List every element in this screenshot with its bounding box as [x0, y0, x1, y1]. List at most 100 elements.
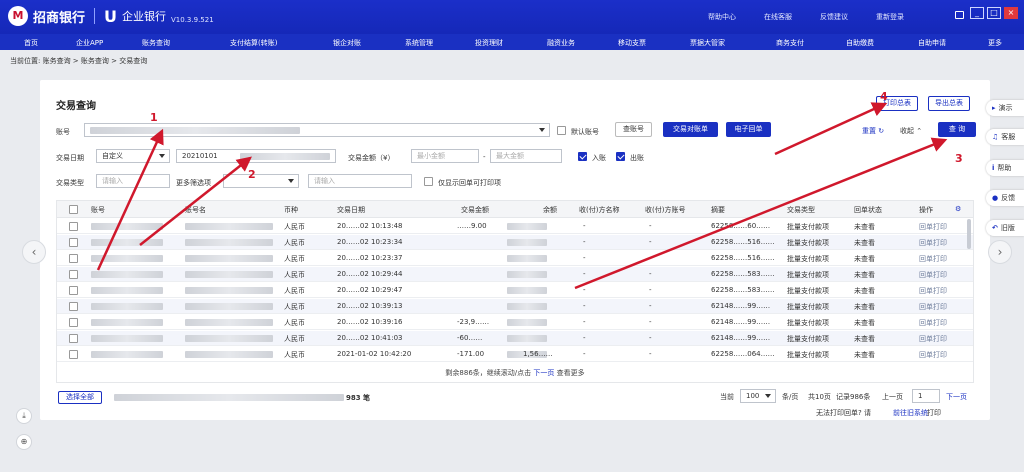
type-input[interactable]: 请输入 [96, 174, 170, 188]
reset-link[interactable]: 重置 ↻ [862, 126, 884, 136]
col-payer-account[interactable]: 收(付)方账号 [645, 205, 685, 215]
table-row[interactable]: 人民币 20……02 10:29:44 - - 62258……583…… 批量支付款项 未查… [57, 267, 973, 282]
query-button[interactable]: 查 询 [938, 122, 976, 137]
nav-app[interactable]: 企业APP [76, 38, 103, 48]
legacy-system-link[interactable]: 前往旧系统 [893, 408, 928, 418]
next-page-button[interactable]: 下一页 [946, 392, 967, 402]
side-tool-demo[interactable]: ▸ 演示 [986, 100, 1024, 116]
row-checkbox[interactable] [69, 286, 78, 295]
row-checkbox[interactable] [69, 270, 78, 279]
row-checkbox[interactable] [69, 318, 78, 327]
txn-reconcile-button[interactable]: 交易对账单 [663, 122, 718, 137]
row-print-receipt[interactable]: 回单打印 [919, 334, 947, 344]
col-type[interactable]: 交易类型 [787, 205, 815, 215]
e-receipt-button[interactable]: 电子回单 [726, 122, 771, 137]
default-account-checkbox[interactable] [557, 126, 566, 135]
more-filters-select[interactable] [223, 174, 299, 188]
table-row[interactable]: 人民币 20……02 10:41:03 -60…… - - 62148……99…… 批量支付… [57, 331, 973, 346]
page-number-input[interactable]: 1 [912, 389, 940, 403]
table-row[interactable]: 人民币 20……02 10:39:13 - - 62148……99…… 批量支付款项 未查看… [57, 299, 973, 314]
nav-bill[interactable]: 票据大管家 [690, 38, 725, 48]
col-operation[interactable]: 操作 [919, 205, 933, 215]
table-row[interactable]: 人民币 20……02 10:23:37 - - 62258……516…… 批量支付款项 未查… [57, 251, 973, 266]
collapse-link[interactable]: 收起 ⌃ [900, 126, 922, 136]
help-center-link[interactable]: 帮助中心 [708, 12, 736, 22]
nav-account-query[interactable]: 账务查询 [142, 38, 170, 48]
carousel-left-icon[interactable]: ‹ [22, 240, 46, 264]
nav-finance[interactable]: 融资业务 [547, 38, 575, 48]
col-currency[interactable]: 币种 [284, 205, 298, 215]
row-print-receipt[interactable]: 回单打印 [919, 286, 947, 296]
credit-checkbox[interactable] [578, 152, 587, 161]
date-range-input[interactable]: 20210101 [176, 149, 336, 163]
row-print-receipt[interactable]: 回单打印 [919, 254, 947, 264]
row-print-receipt[interactable]: 回单打印 [919, 318, 947, 328]
nav-payment[interactable]: 支付结算(转账) [230, 38, 277, 48]
printable-only-checkbox[interactable] [424, 177, 433, 186]
nav-home[interactable]: 首页 [24, 38, 38, 48]
nav-self-apply[interactable]: 自助申请 [918, 38, 946, 48]
col-account-name[interactable]: 账号名 [185, 205, 206, 215]
col-payer-name[interactable]: 收(付)方名称 [579, 205, 619, 215]
account-select[interactable] [84, 123, 550, 137]
feedback-link[interactable]: 反馈建议 [820, 12, 848, 22]
select-all-rows-checkbox[interactable] [69, 205, 78, 214]
row-print-receipt[interactable]: 回单打印 [919, 350, 947, 360]
date-mode-select[interactable]: 自定义 [96, 149, 170, 163]
nav-more[interactable]: 更多 [988, 38, 1002, 48]
col-amount[interactable]: 交易金额 [461, 205, 489, 215]
row-checkbox[interactable] [69, 222, 78, 231]
row-print-receipt[interactable]: 回单打印 [919, 270, 947, 280]
row-checkbox[interactable] [69, 238, 78, 247]
side-tool-help[interactable]: i 帮助 [986, 160, 1024, 176]
row-print-receipt[interactable]: 回单打印 [919, 238, 947, 248]
amount-max-input[interactable]: 最大金额 [490, 149, 562, 163]
side-tool-service[interactable]: ♫ 客服 [986, 129, 1024, 145]
nav-reconcile[interactable]: 银企对账 [333, 38, 361, 48]
play-icon: ▸ [992, 104, 996, 112]
page-size-select[interactable]: 100 [740, 389, 776, 403]
online-service-link[interactable]: 在线客服 [764, 12, 792, 22]
row-checkbox[interactable] [69, 302, 78, 311]
col-summary[interactable]: 摘要 [711, 205, 725, 215]
next-page-link[interactable]: 下一页 [533, 369, 554, 377]
col-receipt-status[interactable]: 回单状态 [854, 205, 882, 215]
row-checkbox[interactable] [69, 350, 78, 359]
col-account[interactable]: 账号 [91, 205, 105, 215]
download-icon[interactable]: ⤓ [16, 408, 32, 424]
table-row[interactable]: 人民币 20……02 10:13:48 ……9.00 - - 62258……60…… 批量支… [57, 219, 973, 234]
maximize-button[interactable]: □ [987, 7, 1001, 19]
minimize-button[interactable]: _ [970, 7, 984, 19]
carousel-right-icon[interactable]: › [988, 240, 1012, 264]
col-balance[interactable]: 余额 [543, 205, 557, 215]
table-scrollbar[interactable] [967, 219, 971, 249]
row-print-receipt[interactable]: 回单打印 [919, 302, 947, 312]
zoom-icon[interactable]: ⊕ [16, 434, 32, 450]
lock-icon[interactable] [955, 11, 964, 19]
relogin-link[interactable]: 重新登录 [876, 12, 904, 22]
nav-invest[interactable]: 投资理财 [475, 38, 503, 48]
select-all-button[interactable]: 选择全部 [58, 391, 102, 404]
row-checkbox[interactable] [69, 334, 78, 343]
side-tool-feedback[interactable]: ● 反馈 [986, 190, 1024, 206]
amount-min-input[interactable]: 最小金额 [411, 149, 479, 163]
row-print-receipt[interactable]: 回单打印 [919, 222, 947, 232]
prev-page-button[interactable]: 上一页 [882, 392, 903, 402]
table-row[interactable]: 人民币 20……02 10:23:34 - - 62258……516…… 批量支付款项 未查… [57, 235, 973, 250]
query-account-button[interactable]: 查账号 [615, 122, 652, 137]
nav-self-pay[interactable]: 自助缴费 [846, 38, 874, 48]
row-checkbox[interactable] [69, 254, 78, 263]
table-row[interactable]: 人民币 20……02 10:39:16 -23,9…… - - 62148……99…… 批量… [57, 315, 973, 330]
more-filters-input[interactable]: 请输入 [308, 174, 412, 188]
nav-mobile-cheque[interactable]: 移动支票 [618, 38, 646, 48]
debit-checkbox[interactable] [616, 152, 625, 161]
table-row[interactable]: 人民币 20……02 10:29:47 - - 62258……583…… 批量支付款项 未查… [57, 283, 973, 298]
export-all-button[interactable]: 导出总表 [928, 96, 970, 111]
table-row[interactable]: 人民币 2021-01-02 10:42:20 -171.00 1,56…… - - 622… [57, 347, 973, 362]
col-date[interactable]: 交易日期 [337, 205, 365, 215]
side-tool-legacy[interactable]: ↶ 旧版 [986, 220, 1024, 236]
nav-system[interactable]: 系统管理 [405, 38, 433, 48]
close-button[interactable]: × [1004, 7, 1018, 19]
nav-business-pay[interactable]: 商务支付 [776, 38, 804, 48]
column-settings-icon[interactable]: ⚙ [955, 205, 961, 213]
